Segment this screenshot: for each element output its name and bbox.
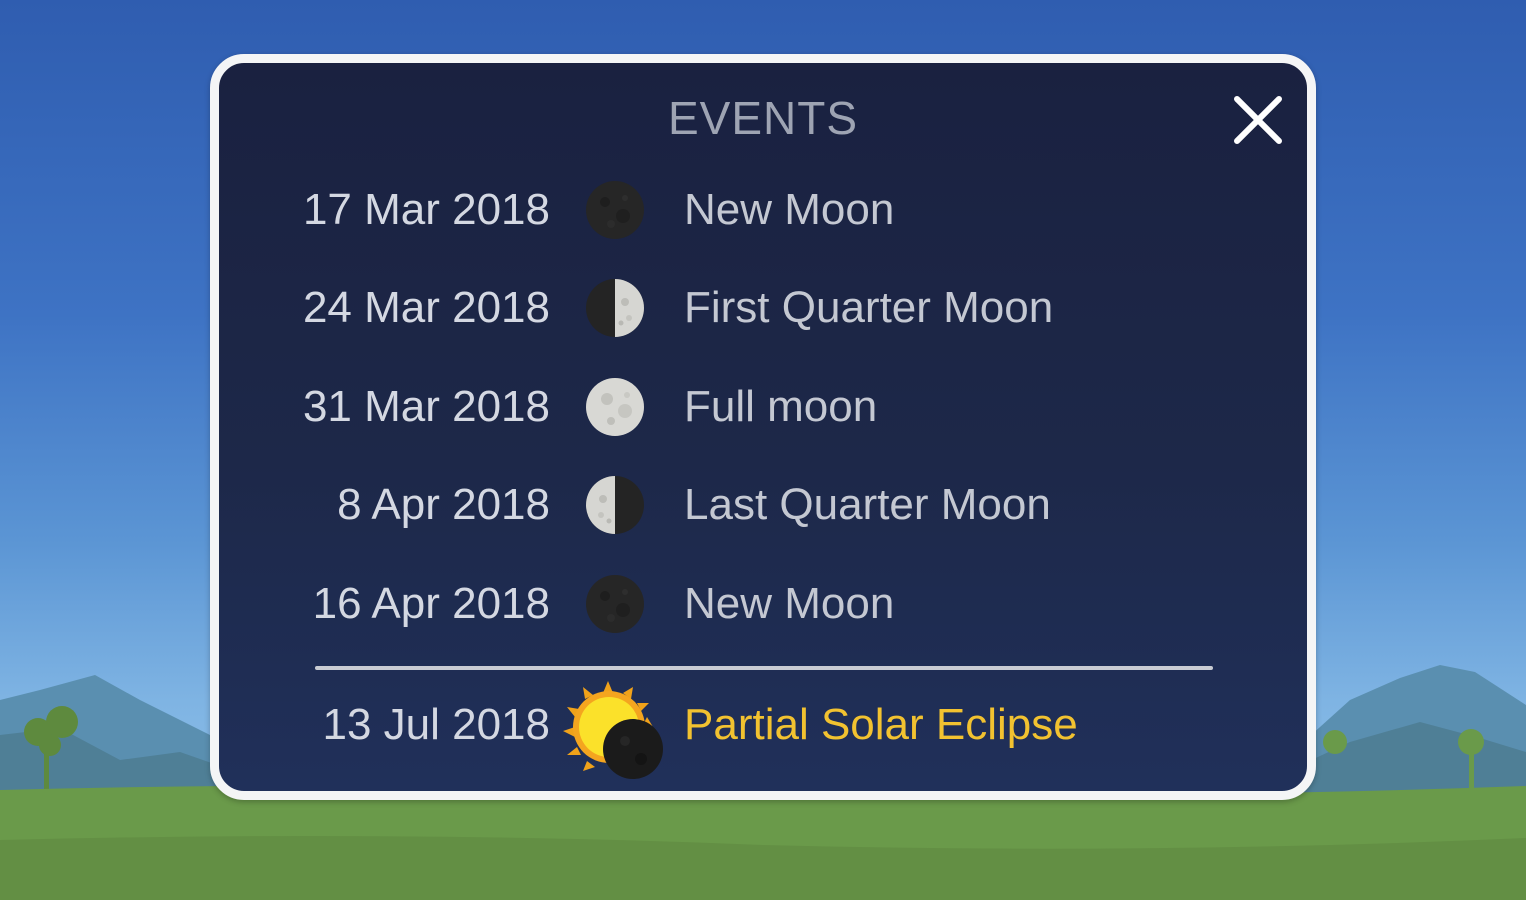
event-row[interactable]: 31 Mar 2018 Full moon [219,367,1307,447]
event-date: 16 Apr 2018 [312,579,550,628]
last-quarter-moon-icon [586,476,644,534]
event-name: Last Quarter Moon [684,480,1051,529]
event-name: Full moon [684,382,878,431]
event-row[interactable]: 16 Apr 2018 New Moon [219,564,1307,644]
section-divider [315,666,1213,670]
sky-background: EVENTS 17 Mar 2018 New Moon 24 Mar 2018 [0,0,1526,900]
new-moon-icon [586,575,644,633]
event-date: 13 Jul 2018 [322,700,550,749]
close-icon[interactable] [1231,93,1285,147]
new-moon-icon [586,181,644,239]
event-date: 24 Mar 2018 [302,283,550,332]
event-row[interactable]: 24 Mar 2018 First Quarter Moon [219,268,1307,348]
event-name: Partial Solar Eclipse [684,700,1078,749]
solar-eclipse-icon [563,681,663,779]
event-date: 8 Apr 2018 [337,480,550,529]
events-dialog: EVENTS 17 Mar 2018 New Moon 24 Mar 2018 [210,54,1316,800]
event-name: First Quarter Moon [684,283,1054,332]
event-date: 31 Mar 2018 [302,382,550,431]
event-row[interactable]: 17 Mar 2018 New Moon [219,170,1307,250]
first-quarter-moon-icon [586,279,644,337]
full-moon-icon [586,378,644,436]
event-date: 17 Mar 2018 [302,185,550,234]
event-name: New Moon [684,579,895,628]
dialog-title: EVENTS [667,92,859,144]
event-name: New Moon [684,185,895,234]
special-event-row[interactable]: 13 Jul 2018 Partial Solar Eclipse [219,681,1307,779]
event-row[interactable]: 8 Apr 2018 Last Quarter Moon [219,465,1307,545]
